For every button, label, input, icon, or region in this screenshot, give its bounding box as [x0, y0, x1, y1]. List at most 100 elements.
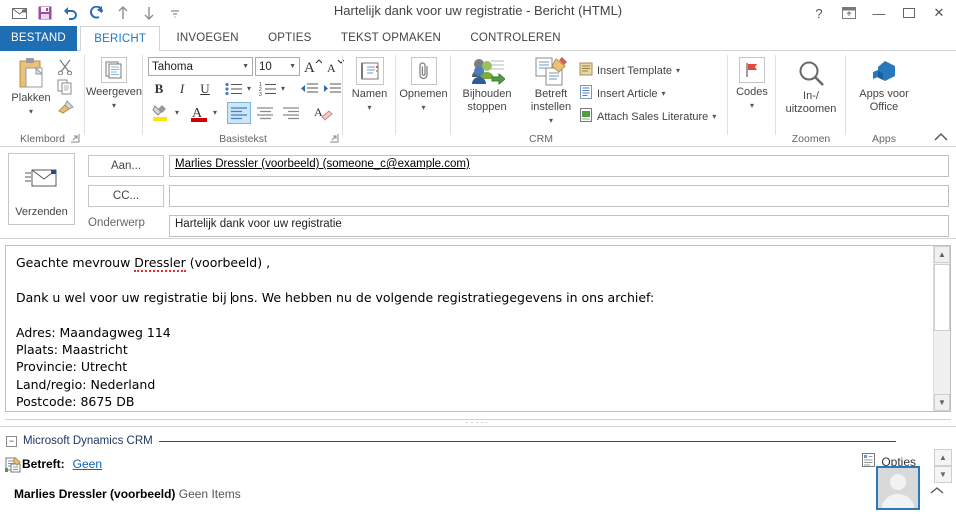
bold-button[interactable]: B	[149, 79, 169, 99]
codes-caret[interactable]: ▾	[750, 101, 754, 110]
show-dropdown-caret[interactable]: ▾	[112, 101, 116, 110]
collapse-ribbon-icon[interactable]	[934, 130, 948, 145]
highlight-caret[interactable]: ▾	[175, 108, 179, 117]
crm-expand-icon[interactable]	[930, 484, 944, 498]
show-button-label: Weergeven	[85, 86, 143, 98]
font-name-caret[interactable]: ▼	[242, 63, 249, 70]
ribbon-display-options-icon[interactable]	[834, 2, 864, 24]
names-caret[interactable]: ▾	[367, 103, 371, 112]
subject-field[interactable]: Hartelijk dank voor uw registratie	[169, 215, 949, 237]
clear-formatting-icon[interactable]: A	[311, 102, 335, 124]
body-blank-2	[16, 306, 926, 323]
crm-scrollbar[interactable]: ▲ ▼	[934, 449, 952, 485]
align-left-button[interactable]	[227, 102, 251, 124]
pane-splitter[interactable]: ·····	[5, 414, 951, 427]
set-regarding-button[interactable]: Betreft instellen ▾	[521, 57, 581, 127]
contact-avatar[interactable]	[876, 466, 920, 510]
stop-tracking-button[interactable]: Bijhouden stoppen	[454, 57, 520, 114]
numbering-caret[interactable]: ▾	[281, 84, 285, 93]
copy-icon[interactable]	[57, 79, 73, 98]
names-button[interactable]: Namen ▾	[343, 57, 396, 114]
show-button[interactable]: Weergeven ▾	[85, 57, 143, 112]
cc-button[interactable]: CC...	[88, 185, 164, 207]
send-button[interactable]: Verzenden	[8, 153, 75, 225]
apps-for-office-button[interactable]: Apps voor Office	[846, 59, 922, 114]
decrease-indent-icon[interactable]	[298, 79, 320, 99]
ribbon-group-label-crm: CRM	[529, 133, 553, 145]
include-button-label: Opnemen	[399, 88, 448, 100]
font-color-caret[interactable]: ▾	[213, 108, 217, 117]
set-regarding-caret[interactable]: ▾	[549, 116, 553, 125]
set-regarding-icon	[535, 57, 567, 86]
align-center-button[interactable]	[253, 102, 277, 124]
insert-template-button[interactable]: Insert Template ▾	[579, 62, 680, 79]
tab-invoegen[interactable]: INVOEGEN	[163, 26, 251, 51]
text-highlight-icon[interactable]	[149, 102, 173, 124]
italic-button[interactable]: I	[172, 79, 192, 99]
crm-scroll-up-icon[interactable]: ▲	[934, 449, 952, 466]
attach-sales-literature-caret[interactable]: ▾	[712, 112, 716, 121]
increase-indent-icon[interactable]	[321, 79, 343, 99]
crm-contact-items: Geen Items	[178, 487, 241, 501]
include-caret[interactable]: ▾	[421, 103, 425, 112]
tab-controleren[interactable]: CONTROLEREN	[457, 26, 573, 51]
font-size-value: 10	[259, 60, 272, 73]
maximize-button[interactable]	[894, 2, 924, 24]
codes-button[interactable]: Codes ▾	[728, 57, 776, 112]
basistekst-dialog-launcher[interactable]	[330, 134, 339, 145]
paragraph-prefix: Dank u wel voor uw registratie bij	[16, 289, 231, 305]
close-button[interactable]: ✕	[924, 2, 954, 24]
set-regarding-label-2: instellen	[530, 101, 572, 113]
include-button[interactable]: Opnemen ▾	[396, 57, 451, 114]
bullets-caret[interactable]: ▾	[247, 84, 251, 93]
detail-line: Land/regio: Nederland	[16, 376, 156, 392]
scroll-thumb[interactable]	[934, 264, 950, 331]
insert-article-button[interactable]: Insert Article ▾	[579, 85, 666, 102]
klembord-dialog-launcher[interactable]	[71, 134, 80, 145]
font-color-icon[interactable]: A	[187, 102, 211, 124]
tab-tekst-opmaken[interactable]: TEKST OPMAKEN	[328, 26, 454, 51]
font-size-caret[interactable]: ▼	[289, 63, 296, 70]
window-controls: ? — ✕	[804, 2, 954, 24]
help-icon[interactable]: ?	[804, 2, 834, 24]
format-painter-icon[interactable]	[57, 99, 75, 118]
tab-opties[interactable]: OPTIES	[255, 26, 324, 51]
bullets-icon[interactable]	[223, 79, 245, 99]
crm-scroll-down-icon[interactable]: ▼	[934, 466, 952, 483]
to-field[interactable]: Marlies Dressler (voorbeeld) (someone_c@…	[169, 155, 949, 177]
align-right-button[interactable]	[279, 102, 303, 124]
message-body[interactable]: Geachte mevrouw Dressler (voorbeeld) , D…	[5, 245, 951, 412]
tab-bericht[interactable]: BERICHT	[80, 26, 161, 52]
tab-bestand[interactable]: BESTAND	[0, 26, 77, 51]
underline-button[interactable]: U	[195, 79, 215, 99]
numbering-icon[interactable]: 123	[257, 79, 279, 99]
message-body-text[interactable]: Geachte mevrouw Dressler (voorbeeld) , D…	[16, 254, 926, 411]
paste-dropdown-caret[interactable]: ▾	[29, 107, 33, 116]
font-name-combobox[interactable]: Tahoma ▼	[148, 57, 253, 76]
greeting-suffix: (voorbeeld) ,	[185, 255, 271, 270]
cut-icon[interactable]	[57, 59, 73, 78]
set-regarding-label-1: Betreft	[534, 88, 568, 100]
attachment-icon	[418, 62, 428, 80]
ribbon-group-opnemen: Opnemen ▾	[396, 51, 451, 147]
grow-font-icon[interactable]: A	[303, 55, 323, 77]
paste-button[interactable]: Plakken ▾	[4, 57, 58, 118]
scroll-up-arrow-icon[interactable]: ▲	[934, 246, 950, 263]
crm-regarding-link[interactable]: Geen	[73, 457, 102, 471]
minimize-button[interactable]: —	[864, 2, 894, 24]
scroll-down-arrow-icon[interactable]: ▼	[934, 394, 950, 411]
body-scrollbar[interactable]: ▲ ▼	[933, 246, 950, 411]
crm-collapse-icon[interactable]: −	[6, 435, 17, 447]
insert-article-caret[interactable]: ▾	[662, 89, 666, 98]
detail-line: Plaats: Maastricht	[16, 342, 128, 358]
ribbon-group-zoomen: In-/ uitzoomen Zoomen	[776, 51, 846, 147]
article-icon	[579, 85, 593, 102]
codes-button-label: Codes	[736, 86, 768, 98]
to-button[interactable]: Aan...	[88, 155, 164, 177]
font-size-combobox[interactable]: 10 ▼	[255, 57, 300, 76]
cc-field[interactable]	[169, 185, 949, 207]
insert-template-caret[interactable]: ▾	[676, 66, 680, 75]
zoom-button[interactable]: In-/ uitzoomen	[776, 59, 846, 116]
sales-literature-icon	[579, 108, 593, 125]
attach-sales-literature-button[interactable]: Attach Sales Literature ▾	[579, 108, 716, 125]
